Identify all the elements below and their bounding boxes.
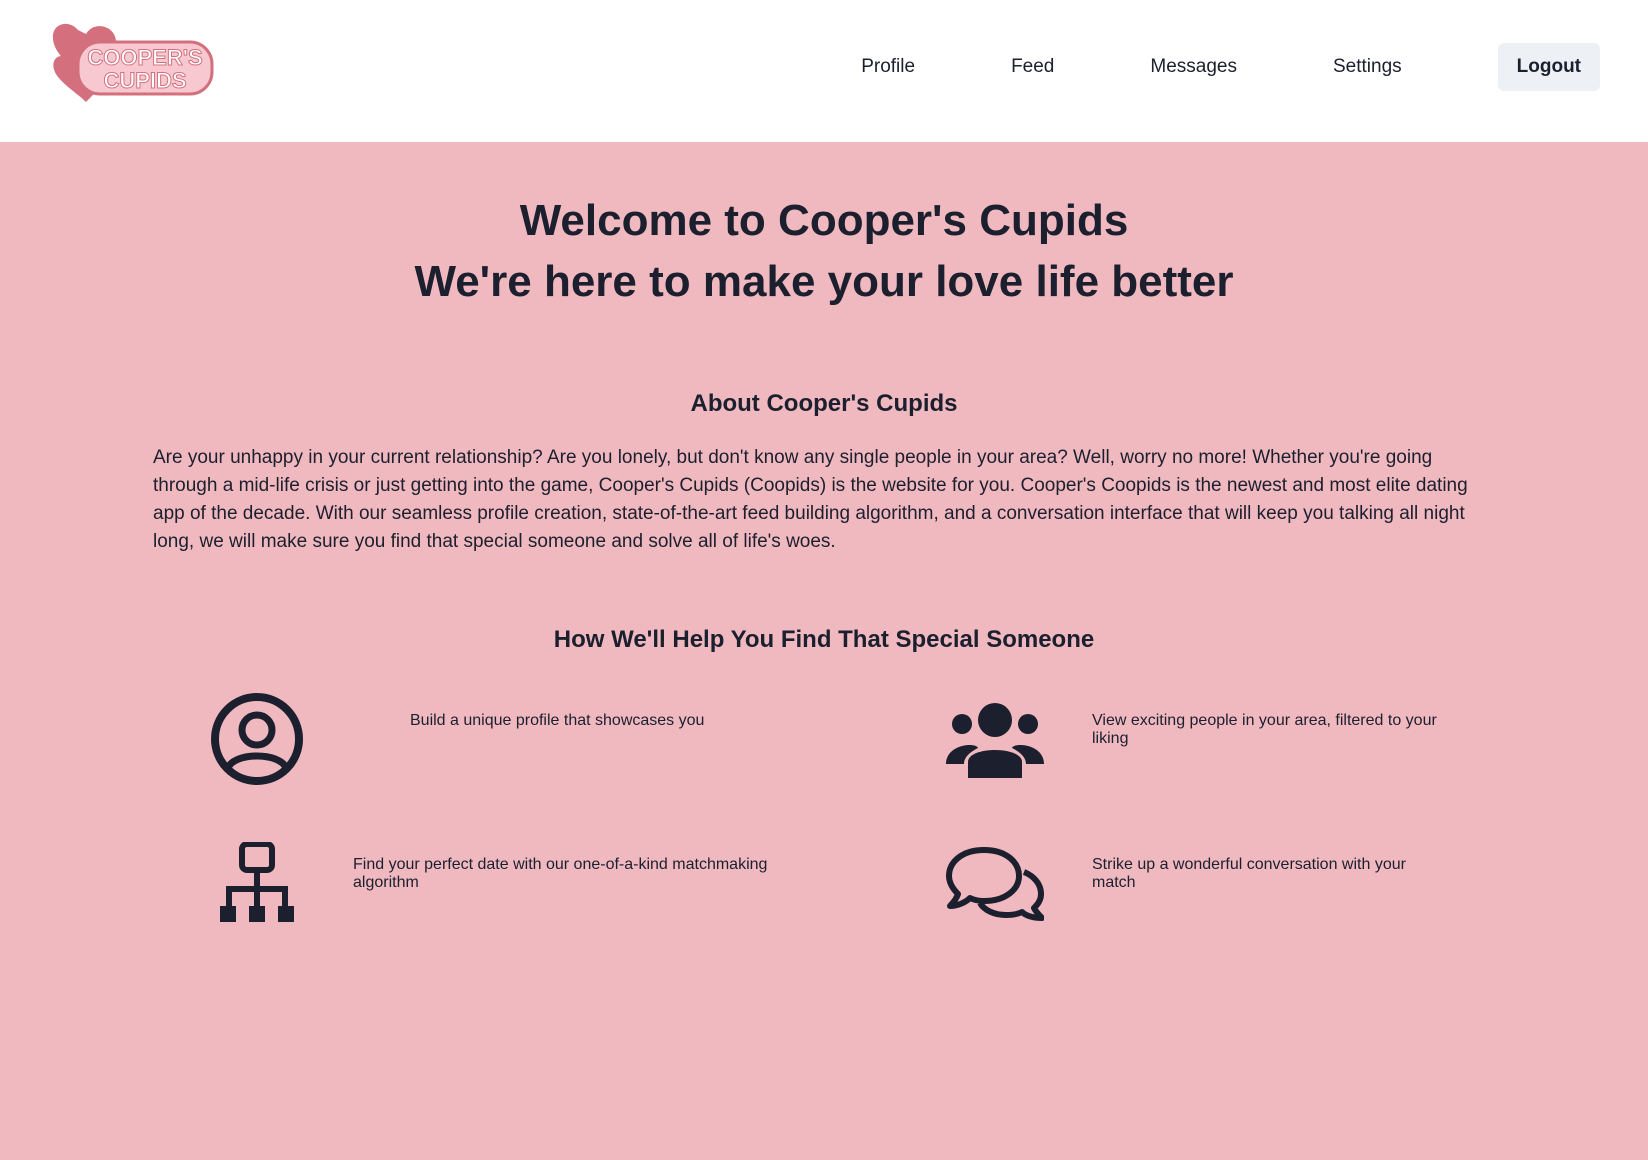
- main-nav: Profile Feed Messages Settings Logout: [765, 43, 1600, 91]
- about-title: About Cooper's Cupids: [690, 390, 958, 417]
- sitemap-icon: [220, 842, 294, 922]
- user-circle-icon: [211, 693, 303, 785]
- feature-conversation-text: Strike up a wonderful conversation with …: [1092, 856, 1406, 891]
- coopers-cupids-logo[interactable]: COOPER'S CUPIDS: [48, 20, 218, 110]
- nav-feed[interactable]: Feed: [1011, 43, 1054, 91]
- hero: Welcome to Cooper's Cupids We're here to…: [0, 142, 1648, 312]
- hero-title-line2: We're here to make your love life better: [414, 257, 1234, 306]
- feature-algorithm-text: Find your perfect date with our one-of-a…: [353, 856, 768, 891]
- main-content: Welcome to Cooper's Cupids We're here to…: [0, 142, 1648, 1160]
- logo-text-line2: CUPIDS: [103, 68, 186, 93]
- nav-profile[interactable]: Profile: [861, 43, 915, 91]
- about-text: Are your unhappy in your current relatio…: [153, 447, 1468, 552]
- feature-profile-text: Build a unique profile that showcases yo…: [410, 712, 705, 729]
- nav-messages[interactable]: Messages: [1150, 43, 1237, 91]
- chat-bubbles-icon: [946, 847, 1044, 921]
- nav-settings[interactable]: Settings: [1333, 43, 1402, 91]
- logout-button[interactable]: Logout: [1497, 43, 1600, 91]
- people-group-icon: [946, 703, 1044, 778]
- logo-text-line1: COOPER'S: [87, 45, 202, 70]
- help-title: How We'll Help You Find That Special Som…: [553, 626, 1095, 653]
- feature-feed-text: View exciting people in your area, filte…: [1092, 712, 1437, 747]
- hero-title-line1: Welcome to Cooper's Cupids: [519, 196, 1129, 245]
- site-header: COOPER'S CUPIDS Profile Feed Messages Se…: [0, 0, 1648, 142]
